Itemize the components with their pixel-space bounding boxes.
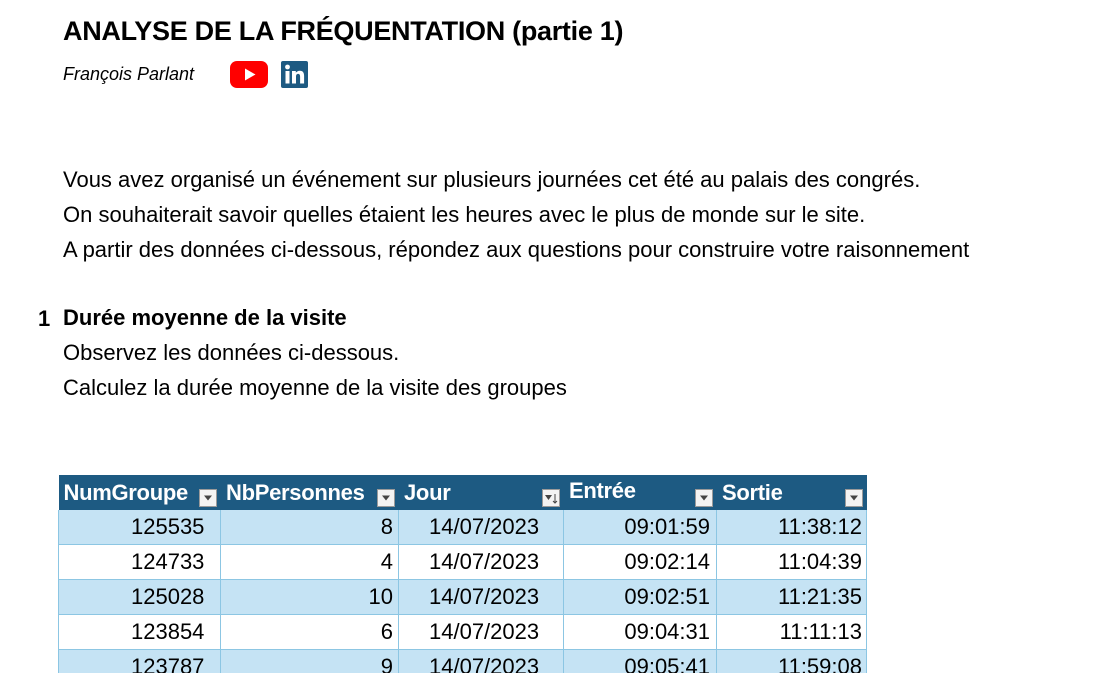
table-row: 124733 4 14/07/2023 09:02:14 11:04:39 xyxy=(58,544,867,580)
intro-line: On souhaiterait savoir quelles étaient l… xyxy=(63,202,866,227)
cell-sortie[interactable]: 11:04:39 xyxy=(716,544,867,580)
cell-sortie[interactable]: 11:11:13 xyxy=(716,614,867,650)
cell-nbpersonnes[interactable]: 9 xyxy=(220,649,399,673)
question-line: Observez les données ci-dessous. xyxy=(63,340,400,365)
filter-dropdown-button[interactable] xyxy=(845,489,863,507)
cell-jour[interactable]: 14/07/2023 xyxy=(398,614,564,650)
intro-text: Vous avez organisé un événement sur plus… xyxy=(63,162,969,267)
chevron-down-icon xyxy=(850,495,858,501)
cell-jour[interactable]: 14/07/2023 xyxy=(398,579,564,615)
cell-entree[interactable]: 09:04:31 xyxy=(563,614,717,650)
column-header-sortie: Sortie xyxy=(716,475,867,510)
table-row: 125028 10 14/07/2023 09:02:51 11:21:35 xyxy=(58,579,867,615)
chevron-down-icon xyxy=(700,495,708,501)
cell-sortie[interactable]: 11:21:35 xyxy=(716,579,867,615)
filter-dropdown-button[interactable] xyxy=(199,489,217,507)
cell-sortie[interactable]: 11:59:08 xyxy=(716,649,867,673)
question-line: Calculez la durée moyenne de la visite d… xyxy=(63,375,567,400)
frequentation-table: NumGroupe NbPersonnes Jour Entrée Sortie… xyxy=(58,475,867,673)
table-row: 125535 8 14/07/2023 09:01:59 11:38:12 xyxy=(58,510,867,545)
sort-filter-button[interactable] xyxy=(542,489,560,507)
linkedin-icon[interactable] xyxy=(281,61,308,88)
cell-entree[interactable]: 09:05:41 xyxy=(563,649,717,673)
question-title: Durée moyenne de la visite xyxy=(63,305,347,330)
column-header-label: Entrée xyxy=(569,478,636,503)
cell-jour[interactable]: 14/07/2023 xyxy=(398,510,564,545)
intro-line: Vous avez organisé un événement sur plus… xyxy=(63,167,921,192)
cell-entree[interactable]: 09:02:51 xyxy=(563,579,717,615)
column-header-jour: Jour xyxy=(398,475,564,510)
cell-numgroupe[interactable]: 125028 xyxy=(58,579,221,615)
question-block: Durée moyenne de la visite Observez les … xyxy=(63,300,567,405)
cell-nbpersonnes[interactable]: 4 xyxy=(220,544,399,580)
column-header-label: NumGroupe xyxy=(63,480,189,505)
page-title: ANALYSE DE LA FRÉQUENTATION (partie 1) xyxy=(63,16,624,46)
column-header-label: NbPersonnes xyxy=(226,480,365,505)
youtube-icon[interactable] xyxy=(230,61,268,88)
cell-entree[interactable]: 09:02:14 xyxy=(563,544,717,580)
cell-entree[interactable]: 09:01:59 xyxy=(563,510,717,545)
chevron-down-icon xyxy=(382,495,390,501)
chevron-down-icon xyxy=(204,495,212,501)
cell-numgroupe[interactable]: 123854 xyxy=(58,614,221,650)
cell-nbpersonnes[interactable]: 6 xyxy=(220,614,399,650)
column-header-nbpersonnes: NbPersonnes xyxy=(220,475,399,510)
column-header-label: Sortie xyxy=(722,480,783,505)
table-row: 123787 9 14/07/2023 09:05:41 11:59:08 xyxy=(58,649,867,673)
question-number: 1 xyxy=(38,306,51,331)
intro-line: A partir des données ci-dessous, réponde… xyxy=(63,237,970,262)
cell-nbpersonnes[interactable]: 10 xyxy=(220,579,399,615)
column-header-numgroupe: NumGroupe xyxy=(58,475,221,510)
cell-jour[interactable]: 14/07/2023 xyxy=(398,544,564,580)
cell-numgroupe[interactable]: 123787 xyxy=(58,649,221,673)
author-name: François Parlant xyxy=(63,64,195,84)
cell-numgroupe[interactable]: 125535 xyxy=(58,510,221,545)
table-row: 123854 6 14/07/2023 09:04:31 11:11:13 xyxy=(58,614,867,650)
spreadsheet-sheet: ANALYSE DE LA FRÉQUENTATION (partie 1) F… xyxy=(0,0,1100,673)
table-header-row: NumGroupe NbPersonnes Jour Entrée Sortie xyxy=(58,475,867,510)
filter-dropdown-button[interactable] xyxy=(695,489,713,507)
column-header-entree: Entrée xyxy=(563,475,717,510)
filter-dropdown-button[interactable] xyxy=(377,489,395,507)
cell-sortie[interactable]: 11:38:12 xyxy=(716,510,867,545)
cell-jour[interactable]: 14/07/2023 xyxy=(398,649,564,673)
column-header-label: Jour xyxy=(404,480,451,505)
cell-numgroupe[interactable]: 124733 xyxy=(58,544,221,580)
cell-nbpersonnes[interactable]: 8 xyxy=(220,510,399,545)
sort-ascending-icon xyxy=(545,494,558,504)
